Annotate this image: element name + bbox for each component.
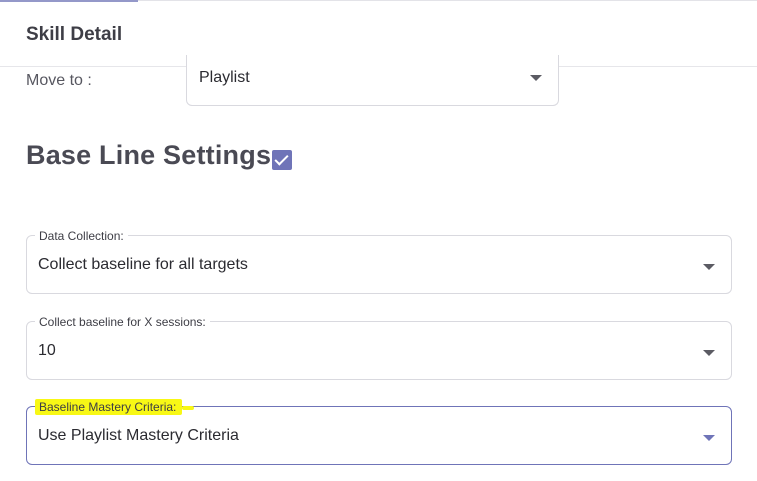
data-collection-select[interactable]: Data Collection: Collect baseline for al… (26, 228, 732, 294)
chevron-down-icon[interactable] (703, 264, 715, 270)
chevron-down-icon[interactable] (703, 435, 715, 441)
baseline-mastery-criteria-value: Use Playlist Mastery Criteria (38, 427, 239, 444)
baseline-mastery-criteria-select[interactable]: Baseline Mastery Criteria: Use Playlist … (26, 399, 732, 465)
baseline-settings-title: Base Line Settings (26, 140, 272, 170)
baseline-mastery-criteria-label: Baseline Mastery Criteria: (35, 399, 195, 415)
chevron-down-icon[interactable] (530, 75, 542, 81)
move-to-select[interactable]: Playlist (186, 55, 559, 106)
data-collection-label: Data Collection: (35, 228, 128, 244)
move-to-label: Move to : (26, 72, 92, 89)
move-to-value: Playlist (199, 69, 250, 86)
data-collection-value: Collect baseline for all targets (38, 256, 248, 273)
baseline-sessions-select[interactable]: Collect baseline for X sessions: 10 (26, 314, 732, 380)
baseline-sessions-value: 10 (38, 342, 56, 359)
page-title: Skill Detail (26, 24, 123, 45)
chevron-down-icon[interactable] (703, 350, 715, 356)
baseline-settings-checkbox[interactable] (272, 150, 292, 170)
baseline-sessions-label: Collect baseline for X sessions: (35, 314, 210, 330)
